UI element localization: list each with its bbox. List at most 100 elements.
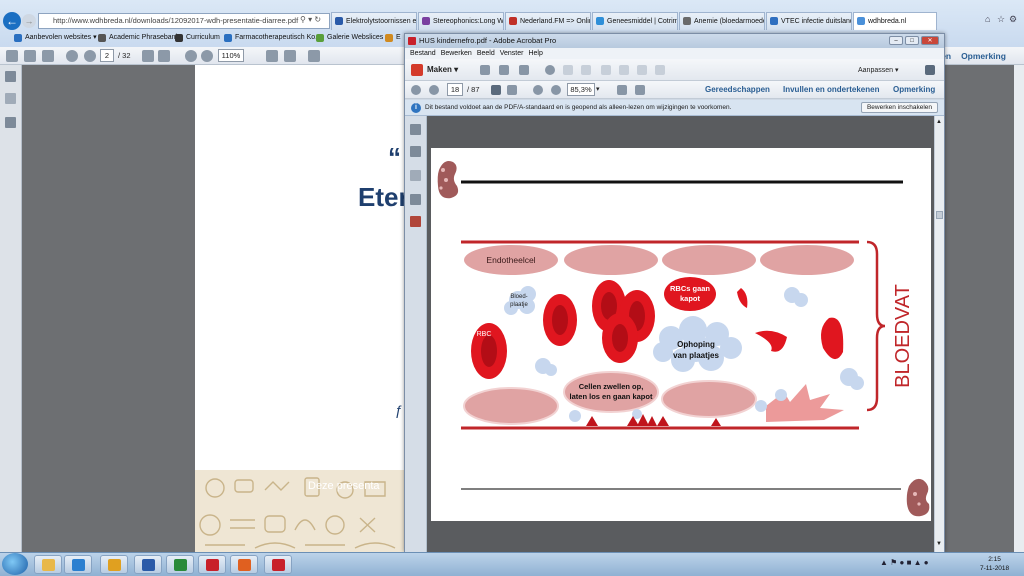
menu-item[interactable]: Venster [500,50,524,57]
browser-tab[interactable]: Stereophonics:Long Way... [418,12,504,30]
back-button[interactable]: ← [3,12,21,30]
address-bar[interactable]: http://www.wdhbreda.nl/downloads/1209201… [38,13,330,29]
settings-gear-icon[interactable] [545,65,555,75]
menu-item[interactable]: Bewerken [441,50,472,57]
favorite-link[interactable]: Farmacotherapeutisch Ko... [224,31,321,45]
browser-tab[interactable]: VTEC infectie duitsland -... [766,12,852,30]
pages-icon[interactable] [410,124,421,135]
browser-tab[interactable]: Elektrolytstoornissen en ... [331,12,417,30]
menu-item[interactable]: Help [528,50,542,57]
favorite-link[interactable]: Galerie Webslices ▾ [316,31,389,45]
fill-sign-link[interactable]: Invullen en ondertekenen [783,85,879,94]
enable-editing-button[interactable]: Bewerken inschakelen [860,102,938,113]
print-icon[interactable] [499,65,509,75]
viewer-bg-comment-link[interactable]: Opmerking [943,47,1024,65]
save-icon[interactable] [480,65,490,75]
browser-tab[interactable]: wdhbreda.nl [853,12,937,30]
favorite-link[interactable]: Curriculum [175,31,220,45]
forward-button[interactable]: → [22,14,36,28]
tab-favicon-icon [596,17,604,25]
favorite-link[interactable]: Academic Phrasebank [98,31,179,45]
browser-tab[interactable]: Nederland.FM => Onlin... [505,12,591,30]
save-icon[interactable] [6,50,18,62]
endothelial-cell [463,387,559,425]
email-icon[interactable] [519,65,529,75]
pages-icon[interactable] [5,71,16,82]
taskbar-app-media[interactable] [230,555,258,574]
signature-icon[interactable] [410,170,421,181]
zoom-dropdown-icon[interactable]: ▾ [596,85,600,93]
taskbar-app-acrobat[interactable] [264,555,292,574]
tray-icons[interactable]: ▲ ⚑ ● ■ ▲ ● [880,558,929,567]
hand-tool-icon[interactable] [507,85,517,95]
gear-icon[interactable]: ⚙ [1009,14,1017,25]
favorite-link[interactable]: E [385,31,401,45]
browser-tab[interactable]: Anemie (bloedarmoede)... [679,12,765,30]
close-button[interactable]: ✕ [921,36,939,45]
attachments-icon[interactable] [410,216,421,227]
start-button[interactable] [2,553,28,575]
hand-tool-icon[interactable] [158,50,170,62]
attachments-icon[interactable] [5,117,16,128]
media-icon [238,559,251,571]
taskbar-app-excel[interactable] [166,555,194,574]
expand-icon[interactable] [925,65,935,75]
page-up-icon[interactable] [66,50,78,62]
page-number-input[interactable]: 2 [100,49,114,62]
menu-item[interactable]: Bestand [410,50,436,57]
zoom-input[interactable]: 110% [218,49,244,62]
acrobat-vertical-scrollbar[interactable]: ▲ ▼ [934,116,944,552]
page-tool-icon[interactable] [601,65,611,75]
print-icon[interactable] [24,50,36,62]
page-up-icon[interactable] [411,85,421,95]
zoom-input[interactable]: 85,3% [567,83,595,96]
tools-link[interactable]: Gereedschappen [705,85,770,94]
fit-page-icon[interactable] [284,50,296,62]
zoom-in-icon[interactable] [551,85,561,95]
page-down-icon[interactable] [429,85,439,95]
customize-menu[interactable]: Aanpassen ▾ [858,66,899,74]
select-tool-icon[interactable] [142,50,154,62]
zoom-in-icon[interactable] [201,50,213,62]
favorite-label: Aanbevolen websites ▾ [25,34,97,41]
signature-icon[interactable] [5,93,16,104]
taskbar-app-internet-explorer[interactable] [64,555,92,574]
page-down-icon[interactable] [84,50,96,62]
system-clock[interactable]: 2:15 7-11-2018 [980,555,1009,573]
fit-page-icon[interactable] [635,85,645,95]
page-number-input[interactable]: 18 [447,83,463,96]
browser-tab[interactable]: Geneesmiddel | Cotrimo... [592,12,678,30]
acrobat-titlebar[interactable]: HUS kindernefro.pdf - Adobe Acrobat Pro … [405,34,944,48]
scroll-thumb[interactable] [936,211,943,219]
fit-width-icon[interactable] [266,50,278,62]
bookmark-icon[interactable] [410,146,421,157]
create-menu-button[interactable]: Maken ▾ [427,65,458,74]
taskbar-app-word[interactable] [134,555,162,574]
copy-tool-icon[interactable] [619,65,629,75]
email-icon[interactable] [42,50,54,62]
fullscreen-icon[interactable] [308,50,320,62]
zoom-out-icon[interactable] [185,50,197,62]
minimize-button[interactable]: – [889,36,903,45]
taskbar-app-explorer[interactable] [34,555,62,574]
export-tool-icon[interactable] [637,65,647,75]
favorites-star-icon[interactable]: ☆ [997,14,1005,25]
taskbar-app-epic[interactable] [198,555,226,574]
review-tool-icon[interactable] [581,65,591,75]
layers-icon[interactable] [410,194,421,205]
maximize-button[interactable]: □ [905,36,919,45]
scroll-up-icon[interactable]: ▲ [936,119,942,125]
comment-link[interactable]: Opmerking [893,85,935,94]
fit-width-icon[interactable] [617,85,627,95]
home-icon[interactable]: ⌂ [985,14,990,24]
menu-item[interactable]: Beeld [477,50,495,57]
search-icon[interactable]: ⚲ ▾ ↻ [300,15,321,24]
taskbar-app-chrome[interactable] [100,555,128,574]
favorite-link[interactable]: Aanbevolen websites ▾ [14,31,97,45]
select-tool-icon[interactable] [491,85,501,95]
viewer-bg-scrollbar[interactable] [1014,65,1024,552]
scroll-down-icon[interactable]: ▼ [936,541,942,547]
stamp-tool-icon[interactable] [655,65,665,75]
zoom-out-icon[interactable] [533,85,543,95]
comment-tool-icon[interactable] [563,65,573,75]
